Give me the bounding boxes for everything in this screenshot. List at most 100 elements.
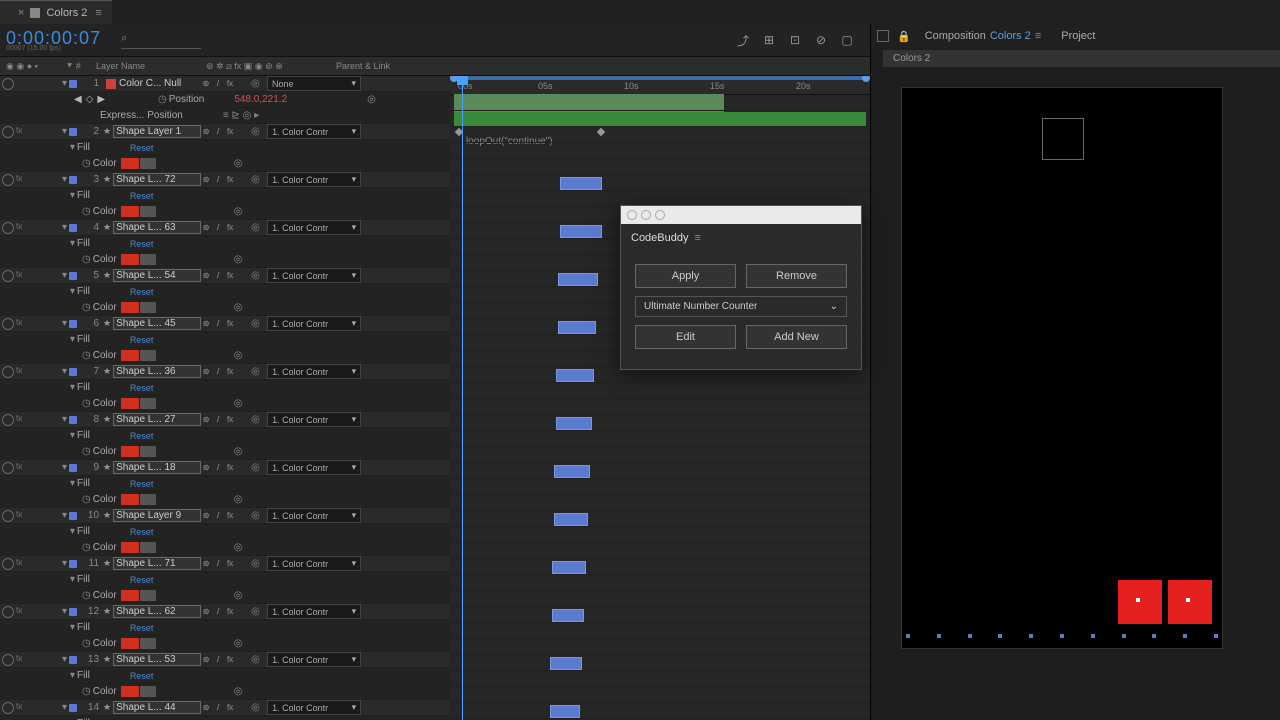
label-color[interactable] <box>69 128 77 136</box>
parent-dropdown[interactable]: 1. Color Contr▾ <box>267 220 361 235</box>
timeline-tab[interactable]: × Colors 2 ≡ <box>0 0 112 25</box>
parent-dropdown[interactable]: 1. Color Contr▾ <box>267 604 361 619</box>
twirl-icon[interactable]: ▾ <box>62 606 67 617</box>
pickwhip-icon[interactable]: ◎ <box>251 702 263 714</box>
eyedropper-icon[interactable] <box>140 254 156 265</box>
label-color[interactable] <box>69 608 77 616</box>
bounding-box[interactable] <box>1042 118 1084 160</box>
pickwhip-icon[interactable]: ◎ <box>234 542 246 554</box>
col-parent[interactable]: Parent & Link <box>336 61 436 71</box>
twirl-icon[interactable]: ▾ <box>70 670 75 681</box>
add-keyframe-icon[interactable]: ◇ <box>86 94 94 105</box>
shy-toggle-icon[interactable]: ⤴ <box>733 30 753 50</box>
label-color[interactable] <box>69 224 77 232</box>
fill-group[interactable]: Fill <box>77 334 90 345</box>
visibility-toggle[interactable] <box>2 606 14 618</box>
codebuddy-panel[interactable]: CodeBuddy ≡ Apply Remove Ultimate Number… <box>620 205 862 370</box>
pickwhip-icon[interactable]: ◎ <box>251 558 263 570</box>
pickwhip-icon[interactable]: ◎ <box>251 270 263 282</box>
color-swatch[interactable] <box>121 494 139 505</box>
pickwhip-icon[interactable]: ◎ <box>251 222 263 234</box>
twirl-icon[interactable]: ▾ <box>62 222 67 233</box>
tab-project[interactable]: Project <box>1055 30 1101 42</box>
pickwhip-icon[interactable]: ◎ <box>251 174 263 186</box>
eyedropper-icon[interactable] <box>140 206 156 217</box>
color-property[interactable]: Color <box>93 302 117 313</box>
reset-link[interactable]: Reset <box>130 671 154 681</box>
color-property[interactable]: Color <box>93 398 117 409</box>
selection-handles[interactable] <box>906 634 1218 644</box>
next-keyframe-icon[interactable]: ▶ <box>97 94 105 105</box>
pickwhip-icon[interactable]: ◎ <box>234 158 246 170</box>
label-color[interactable] <box>69 464 77 472</box>
color-property[interactable]: Color <box>93 158 117 169</box>
visibility-toggle[interactable] <box>2 654 14 666</box>
color-swatch[interactable] <box>121 350 139 361</box>
color-property[interactable]: Color <box>93 494 117 505</box>
motion-blur-icon[interactable]: ⊡ <box>785 30 805 50</box>
twirl-icon[interactable]: ▾ <box>62 270 67 281</box>
parent-dropdown[interactable]: 1. Color Contr▾ <box>267 124 361 139</box>
layer-name[interactable]: Shape L... 18 <box>113 461 201 474</box>
layer-search[interactable]: ⌕ <box>121 32 201 49</box>
label-color[interactable] <box>69 560 77 568</box>
pickwhip-icon[interactable]: ◎ <box>251 606 263 618</box>
color-swatch[interactable] <box>121 206 139 217</box>
add-new-button[interactable]: Add New <box>746 325 847 349</box>
visibility-toggle[interactable] <box>2 366 14 378</box>
label-color[interactable] <box>69 656 77 664</box>
col-layer-name[interactable]: Layer Name <box>96 61 206 71</box>
eyedropper-icon[interactable] <box>140 494 156 505</box>
fill-group[interactable]: Fill <box>77 238 90 249</box>
pickwhip-icon[interactable]: ◎ <box>251 366 263 378</box>
property-position[interactable]: Position <box>169 94 205 105</box>
color-property[interactable]: Color <box>93 254 117 265</box>
fill-group[interactable]: Fill <box>77 286 90 297</box>
pickwhip-icon[interactable]: ◎ <box>234 302 246 314</box>
eyedropper-icon[interactable] <box>140 158 156 169</box>
pickwhip-icon[interactable]: ◎ <box>251 462 263 474</box>
draft3d-icon[interactable]: ▢ <box>837 30 857 50</box>
twirl-icon[interactable]: ▾ <box>62 654 67 665</box>
shape-preview[interactable] <box>1118 580 1162 624</box>
eyedropper-icon[interactable] <box>140 638 156 649</box>
label-color[interactable] <box>69 176 77 184</box>
twirl-icon[interactable]: ▾ <box>62 510 67 521</box>
close-icon[interactable]: × <box>18 7 24 19</box>
traffic-light[interactable] <box>641 210 651 220</box>
playhead[interactable] <box>462 76 463 720</box>
fill-group[interactable]: Fill <box>77 574 90 585</box>
twirl-icon[interactable]: ▾ <box>62 558 67 569</box>
visibility-toggle[interactable] <box>2 510 14 522</box>
parent-dropdown[interactable]: 1. Color Contr▾ <box>267 700 361 715</box>
twirl-icon[interactable]: ▾ <box>70 574 75 585</box>
color-swatch[interactable] <box>121 542 139 553</box>
twirl-icon[interactable]: ▾ <box>70 478 75 489</box>
pickwhip-icon[interactable]: ◎ <box>234 590 246 602</box>
expression-label[interactable]: Express... Position <box>100 110 183 121</box>
twirl-icon[interactable]: ▾ <box>70 190 75 201</box>
traffic-light[interactable] <box>627 210 637 220</box>
twirl-icon[interactable]: ▾ <box>62 126 67 137</box>
twirl-icon[interactable]: ▾ <box>70 526 75 537</box>
twirl-icon[interactable]: ▾ <box>62 366 67 377</box>
visibility-toggle[interactable] <box>2 702 14 714</box>
pickwhip-icon[interactable]: ◎ <box>234 638 246 650</box>
twirl-icon[interactable]: ▾ <box>70 286 75 297</box>
track-area[interactable]: 00s 05s 10s 15s 20s loopOut("continue") <box>450 76 870 720</box>
twirl-icon[interactable]: ▾ <box>62 702 67 713</box>
layer-name[interactable]: Color C... Null <box>119 78 201 89</box>
color-swatch[interactable] <box>121 254 139 265</box>
pickwhip-icon[interactable]: ◎ <box>251 126 263 138</box>
reset-link[interactable]: Reset <box>130 335 154 345</box>
eyedropper-icon[interactable] <box>140 398 156 409</box>
parent-dropdown[interactable]: 1. Color Contr▾ <box>267 652 361 667</box>
layer-duration-bar[interactable] <box>554 465 590 478</box>
color-swatch[interactable] <box>121 590 139 601</box>
frame-blend-icon[interactable]: ⊞ <box>759 30 779 50</box>
remove-button[interactable]: Remove <box>746 264 847 288</box>
layer-duration-bar[interactable] <box>560 177 602 190</box>
eyedropper-icon[interactable] <box>140 350 156 361</box>
fill-group[interactable]: Fill <box>77 478 90 489</box>
label-color[interactable] <box>69 368 77 376</box>
